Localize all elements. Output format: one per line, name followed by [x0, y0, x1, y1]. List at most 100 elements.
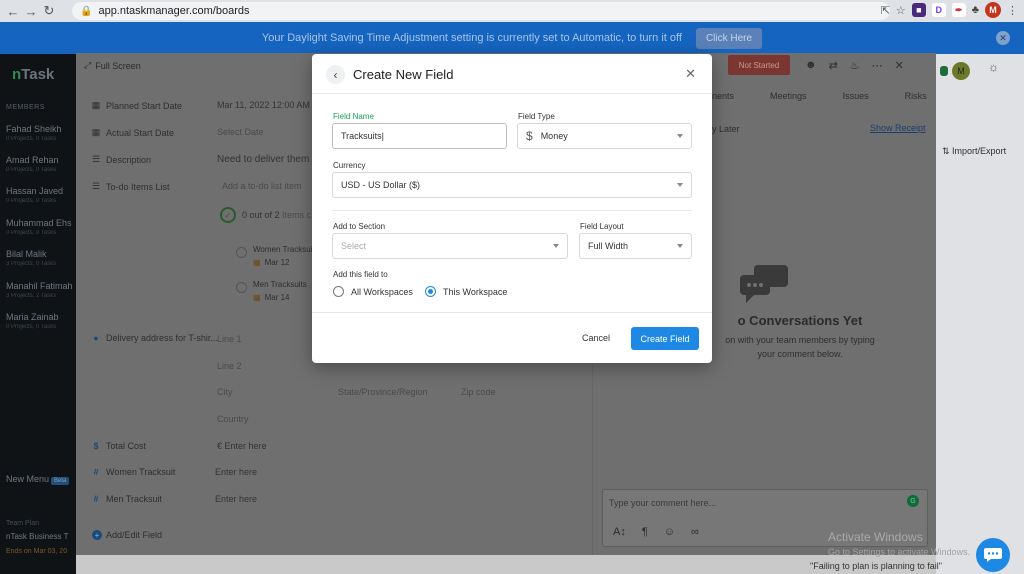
address-line2[interactable]: Line 2	[217, 361, 242, 371]
member-item[interactable]: Amad Rehan 0 Projects, 0 Tasks	[6, 155, 76, 173]
link-icon[interactable]: ∞	[691, 526, 699, 538]
close-panel-icon[interactable]: ✕	[895, 59, 904, 72]
radio-this-workspace[interactable]: This Workspace	[425, 286, 507, 297]
create-field-button[interactable]: Create Field	[631, 327, 699, 350]
sidebar: nTask MEMBERS Fahad Sheikh 0 Projects, 0 …	[0, 54, 78, 574]
todo-item[interactable]: Men Tracksuits ▦ Mar 14	[236, 280, 307, 302]
address-country[interactable]: Country	[217, 414, 249, 424]
modal-divider	[332, 210, 692, 211]
description-value[interactable]: Need to deliver them A	[217, 154, 318, 165]
hash-icon: #	[93, 467, 99, 477]
task-header-icons: ☻ ⇄ ♨ ⋯ ✕	[805, 59, 904, 72]
member-item[interactable]: Maria Zainab 0 Projects, 0 Tasks	[6, 312, 76, 330]
no-conversations-subtitle: on with your team members by typing your …	[725, 335, 875, 359]
tab-meetings[interactable]: Meetings	[770, 91, 807, 101]
address-line1[interactable]: Line 1	[217, 334, 242, 344]
import-export-button[interactable]: ⇅ Import/Export	[942, 146, 1006, 157]
modal-footer: Cancel Create Field	[312, 312, 712, 363]
todo-checkbox[interactable]	[236, 247, 247, 258]
member-item[interactable]: Bilal Malik 3 Projects, 0 Tasks	[6, 249, 76, 267]
notification-icon[interactable]: ☼	[988, 60, 999, 74]
section-label: Add to Section	[333, 222, 386, 231]
bell-icon[interactable]: ♨	[850, 59, 860, 72]
currency-value: USD - US Dollar ($)	[341, 180, 421, 190]
currency-select[interactable]: USD - US Dollar ($)	[332, 172, 692, 198]
member-item[interactable]: Hassan Javed 0 Projects, 0 Tasks	[6, 186, 76, 204]
emoji-icon[interactable]: ☺	[664, 526, 675, 538]
layout-label: Field Layout	[580, 222, 624, 231]
address-zip[interactable]: Zip code	[461, 387, 496, 397]
tab-issues[interactable]: Issues	[843, 91, 869, 101]
profile-avatar[interactable]: M	[985, 2, 1001, 18]
tab-comments[interactable]: nents	[712, 91, 734, 101]
layout-select[interactable]: Full Width	[579, 233, 692, 259]
show-receipt-link[interactable]: Show Receipt	[870, 123, 926, 133]
fullscreen-toggle[interactable]: ⤢ Full Screen	[84, 60, 141, 71]
banner-click-here-button[interactable]: Click Here	[695, 27, 763, 49]
radio-all-workspaces[interactable]: All Workspaces	[333, 286, 413, 297]
pay-later-button[interactable]: y Later	[712, 124, 740, 134]
field-name-input[interactable]: Tracksuits |	[332, 123, 507, 149]
address-state[interactable]: State/Province/Region	[338, 387, 428, 397]
browser-extensions: ⇱ ☆ ■ D ✒ ♣ M ⋮	[881, 2, 1018, 18]
modal-title: Create New Field	[353, 67, 454, 82]
todo-item[interactable]: Women Tracksuit ▦ Mar 12	[236, 245, 315, 267]
close-icon[interactable]: ✕	[685, 66, 696, 82]
calendar-icon: ▦	[253, 258, 261, 267]
address-city[interactable]: City	[217, 387, 233, 397]
extension-icon[interactable]: ■	[911, 3, 926, 17]
text-format-icon[interactable]: A↕	[613, 526, 626, 538]
dollar-icon: $	[93, 441, 99, 451]
description-row: ☰ Description	[91, 154, 152, 165]
dst-banner: Your Daylight Saving Time Adjustment set…	[0, 22, 1024, 54]
forward-arrow-icon[interactable]: →	[22, 4, 40, 19]
more-options-icon[interactable]: ⋯	[872, 59, 883, 72]
back-icon[interactable]: ‹	[326, 65, 345, 84]
conversation-icon	[740, 265, 788, 303]
no-conversations-title: o Conversations Yet	[737, 313, 863, 328]
field-type-select[interactable]: $ Money	[517, 123, 692, 149]
todo-add-input[interactable]: Add a to-do list item	[222, 181, 302, 191]
puzzle-icon[interactable]: ♣	[972, 4, 979, 16]
cancel-button[interactable]: Cancel	[582, 333, 610, 343]
chat-support-button[interactable]	[976, 538, 1010, 572]
banner-close-icon[interactable]: ✕	[996, 31, 1010, 45]
grammarly-icon[interactable]: G	[907, 495, 919, 507]
actual-start-value[interactable]: Select Date	[217, 127, 264, 137]
pen-extension-icon[interactable]: ✒	[951, 3, 966, 17]
member-item[interactable]: Muhammad Ehs 0 Projects, 0 Tasks	[6, 218, 76, 236]
todo-row: ☰ To-do Items List	[91, 181, 170, 192]
bookmark-star-icon[interactable]: ☆	[896, 4, 906, 17]
paragraph-icon[interactable]: ¶	[642, 526, 648, 538]
new-menu-link[interactable]: New Menu Beta	[6, 474, 70, 485]
team-plan-label: Team Plan	[6, 520, 40, 527]
total-cost-input[interactable]: € Enter here	[217, 441, 267, 451]
assignee-avatar[interactable]: M	[952, 62, 970, 80]
add-edit-field-button[interactable]: + Add/Edit Field	[92, 530, 162, 540]
ntask-logo: nTask	[12, 66, 55, 83]
kebab-menu-icon[interactable]: ⋮	[1007, 4, 1018, 17]
add-assignee-icon[interactable]: ☻	[805, 59, 817, 72]
back-arrow-icon[interactable]: ←	[4, 4, 22, 19]
calendar-icon: ▦	[91, 127, 101, 137]
chevron-down-icon	[677, 244, 683, 248]
radio-button-selected[interactable]	[425, 286, 436, 297]
planned-start-value[interactable]: Mar 11, 2022 12:00 AM	[217, 100, 310, 110]
member-item[interactable]: Manahil Fatimah 3 Projects, 2 Tasks	[6, 281, 76, 299]
men-tracksuit-row: # Men Tracksuit	[90, 494, 218, 504]
men-tracksuit-input[interactable]: Enter here	[215, 494, 257, 504]
tab-risks[interactable]: Risks	[905, 91, 927, 101]
status-button[interactable]: Not Started	[728, 55, 790, 75]
radio-button[interactable]	[333, 286, 344, 297]
field-name-label: Field Name	[333, 112, 374, 121]
member-item[interactable]: Fahad Sheikh 0 Projects, 0 Tasks	[6, 124, 76, 142]
scope-label: Add this field to	[333, 270, 388, 279]
women-tracksuit-input[interactable]: Enter here	[215, 467, 257, 477]
share-icon[interactable]: ⇱	[881, 4, 890, 17]
address-bar[interactable]: 🔒 app.ntaskmanager.com/boards	[72, 2, 890, 20]
reload-icon[interactable]: ↻	[40, 3, 58, 19]
section-select[interactable]: Select	[332, 233, 568, 259]
d-extension-icon[interactable]: D	[931, 3, 946, 17]
todo-checkbox[interactable]	[236, 282, 247, 293]
repeat-icon[interactable]: ⇄	[829, 59, 838, 72]
